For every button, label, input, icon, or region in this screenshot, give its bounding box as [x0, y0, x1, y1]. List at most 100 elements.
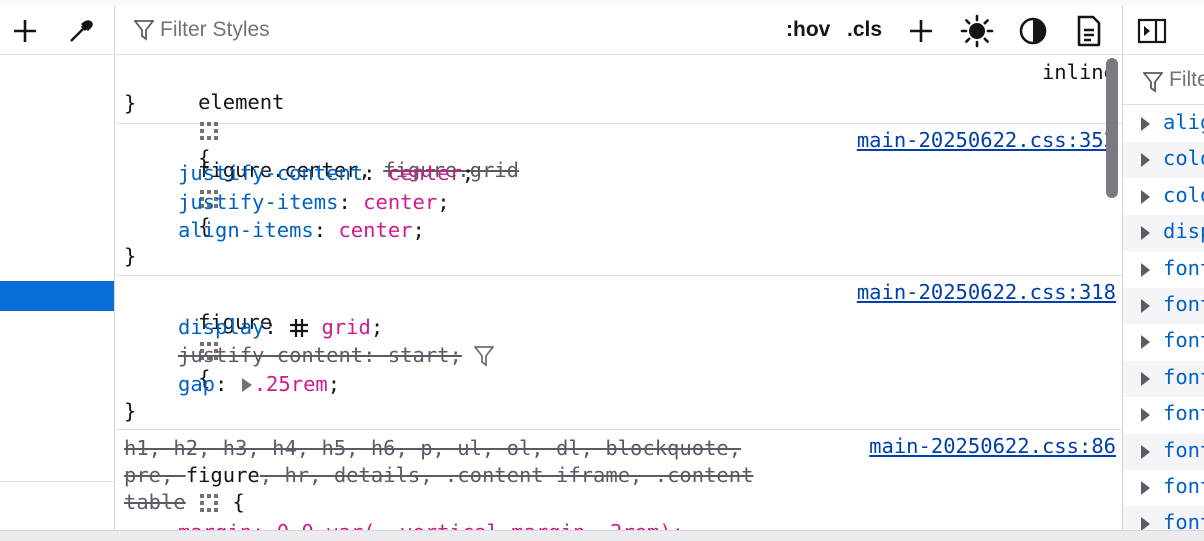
- declaration[interactable]: justify-items: center;: [178, 188, 450, 216]
- declaration-overridden[interactable]: justify-content: start;: [178, 341, 495, 369]
- rule-selector-active: figure: [185, 463, 260, 487]
- computed-property-name: font-feature-settings: [1163, 292, 1204, 316]
- expand-arrow-icon[interactable]: [1141, 517, 1150, 530]
- property-value[interactable]: grid: [321, 315, 370, 339]
- expand-arrow-icon[interactable]: [1141, 153, 1150, 168]
- plus-icon[interactable]: [10, 16, 40, 46]
- computed-property-row[interactable]: font-variant: [1123, 433, 1204, 470]
- computed-property-row[interactable]: color: [1123, 142, 1204, 179]
- rule-figure: figure { display: grid; justify-content:…: [116, 276, 1122, 430]
- filter-icon: [1141, 70, 1165, 94]
- declaration[interactable]: justify-content: center;: [178, 159, 474, 187]
- expand-arrow-icon[interactable]: [1141, 117, 1150, 131]
- computed-property-row[interactable]: font-family: [1123, 252, 1204, 288]
- property-name[interactable]: align-items: [178, 218, 314, 242]
- property-name[interactable]: gap: [178, 372, 215, 396]
- rule-selector: element: [198, 90, 285, 114]
- eyedropper-icon[interactable]: [66, 16, 96, 46]
- hov-button[interactable]: :hov: [786, 18, 830, 42]
- rules-pane: :hov .cls el: [116, 6, 1122, 530]
- rule-origin: inline: [1041, 60, 1116, 84]
- computed-property-name: font-variant: [1163, 437, 1204, 462]
- computed-property-row[interactable]: font-synthesis: [1123, 506, 1204, 530]
- computed-property-name: color-scheme: [1163, 182, 1204, 207]
- computed-property-row[interactable]: display: [1123, 215, 1204, 252]
- computed-property-name: font-synthesis: [1163, 510, 1204, 530]
- computed-property-row[interactable]: color-scheme: [1123, 179, 1204, 215]
- filter-icon[interactable]: [474, 345, 495, 367]
- dark-theme-icon[interactable]: [1018, 16, 1048, 46]
- property-name[interactable]: justify-content: [178, 161, 363, 185]
- markup-pane: [0, 6, 115, 530]
- expand-arrow-icon[interactable]: [1141, 371, 1150, 386]
- computed-property-row[interactable]: font-feature-settings: [1123, 288, 1204, 324]
- computed-toolbar: [1123, 6, 1204, 55]
- computed-property-name: font-size: [1163, 364, 1204, 389]
- computed-property-name: align-items: [1163, 110, 1204, 134]
- source-link[interactable]: main-20250622.css:352: [857, 128, 1116, 152]
- rule-close-brace: }: [124, 399, 137, 423]
- filter-styles-input[interactable]: [160, 16, 460, 44]
- grid-highlighter-icon[interactable]: [198, 492, 220, 514]
- rule-selector-inactive: pre,: [124, 463, 186, 487]
- rule-selector-inactive: table: [124, 490, 186, 514]
- computed-property-name: font-kerning: [1163, 328, 1204, 353]
- computed-pane: Filter align-items color color-scheme displ…: [1122, 6, 1204, 530]
- expand-arrow-icon[interactable]: [1141, 262, 1150, 277]
- declaration-partial[interactable]: margin: 0 0 var(--vertical-margin, 2rem)…: [178, 518, 684, 530]
- grid-toggle-icon[interactable]: [289, 318, 309, 338]
- property-name[interactable]: justify-items: [178, 190, 338, 214]
- declaration[interactable]: display: grid;: [178, 313, 383, 341]
- source-link[interactable]: main-20250622.css:86: [869, 434, 1116, 458]
- declaration[interactable]: align-items: center;: [178, 216, 425, 244]
- property-value[interactable]: center: [338, 218, 412, 242]
- rule-selector-inactive: , hr, details, .content iframe, .content: [259, 463, 754, 487]
- computed-property-row[interactable]: align-items: [1123, 106, 1204, 142]
- source-link[interactable]: main-20250622.css:318: [857, 280, 1116, 304]
- selected-node-highlight[interactable]: [0, 281, 114, 311]
- property-value[interactable]: center: [388, 161, 462, 185]
- overridden-declaration[interactable]: justify-content: start;: [178, 343, 462, 367]
- rule-reset: h1, h2, h3, h4, h5, h6, p, ul, ol, dl, b…: [116, 430, 1122, 530]
- property-name[interactable]: display: [178, 315, 264, 339]
- divider: [0, 481, 114, 482]
- computed-property-row[interactable]: font-size: [1123, 360, 1204, 397]
- rule-selector-inactive: h1, h2, h3, h4, h5, h6, p, ul, ol, dl, b…: [124, 436, 742, 460]
- computed-property-name: font-family: [1163, 255, 1204, 280]
- markup-toolbar: [0, 6, 114, 55]
- rule-close-brace: }: [124, 244, 137, 268]
- expand-arrow-icon[interactable]: [1141, 189, 1150, 204]
- rule-element-style: element { } inline: [116, 56, 1122, 170]
- computed-property-row[interactable]: font-style: [1123, 397, 1204, 433]
- computed-property-name: font-style: [1163, 401, 1204, 426]
- expand-arrow-icon[interactable]: [1141, 299, 1150, 313]
- expand-arrow-icon[interactable]: [1141, 481, 1150, 495]
- declaration[interactable]: gap: .25rem;: [178, 370, 340, 398]
- filter-icon: [132, 18, 156, 42]
- computed-property-name: font-weight: [1163, 474, 1204, 498]
- expand-arrow-icon[interactable]: [1141, 335, 1150, 350]
- rule-close-brace: }: [124, 91, 137, 115]
- bottom-scrollbar-edge: [0, 530, 1204, 541]
- property-value[interactable]: center: [363, 190, 437, 214]
- computed-filter[interactable]: Filter: [1123, 56, 1204, 105]
- computed-filter-placeholder[interactable]: Filter: [1169, 68, 1204, 92]
- scrollbar-thumb[interactable]: [1106, 58, 1118, 198]
- computed-property-name: display: [1163, 219, 1204, 244]
- property-value[interactable]: .25rem: [254, 372, 328, 396]
- light-theme-icon[interactable]: [960, 14, 994, 48]
- rules-toolbar: :hov .cls: [116, 6, 1122, 55]
- print-icon[interactable]: [1074, 14, 1104, 48]
- add-rule-icon[interactable]: [906, 16, 936, 46]
- rule-open-brace: {: [232, 490, 245, 514]
- expand-arrow-icon[interactable]: [1141, 226, 1150, 241]
- cls-button[interactable]: .cls: [847, 18, 882, 42]
- expand-arrow-icon[interactable]: [240, 376, 254, 394]
- computed-property-row[interactable]: font-kerning: [1123, 324, 1204, 360]
- toggle-sidebar-icon[interactable]: [1137, 16, 1167, 46]
- expand-arrow-icon[interactable]: [1141, 408, 1150, 423]
- rule-figure-center: figure.center, figure.grid { justify-con…: [116, 124, 1122, 276]
- computed-property-row[interactable]: font-weight: [1123, 470, 1204, 506]
- expand-arrow-icon[interactable]: [1141, 444, 1150, 459]
- computed-property-name: color: [1163, 146, 1204, 171]
